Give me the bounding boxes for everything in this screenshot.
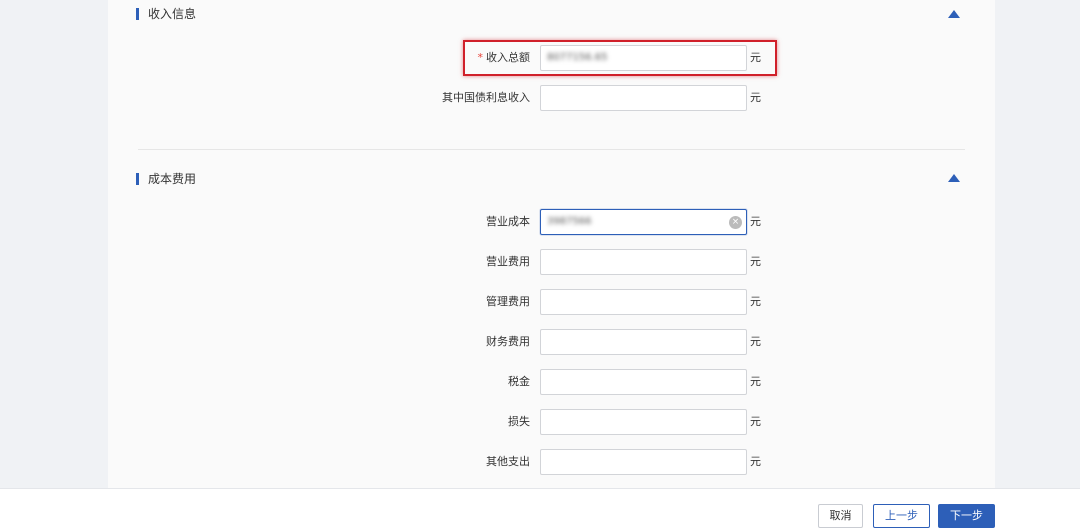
section-title-income: 收入信息 bbox=[136, 6, 196, 22]
form-row-sales-expense: 营业费用 元 bbox=[108, 249, 995, 275]
admin-expense-input[interactable] bbox=[540, 289, 747, 315]
form-row-other-expense: 其他支出 元 bbox=[108, 449, 995, 475]
field-label: 其中国债利息收入 bbox=[442, 91, 530, 104]
finance-expense-input[interactable] bbox=[540, 329, 747, 355]
required-mark: * bbox=[477, 51, 484, 64]
field-label: 其他支出 bbox=[486, 455, 530, 468]
operating-cost-input[interactable]: 3987566 × bbox=[540, 209, 747, 235]
form-row-finance-expense: 财务费用 元 bbox=[108, 329, 995, 355]
section-divider bbox=[138, 149, 965, 150]
next-step-button[interactable]: 下一步 bbox=[938, 504, 995, 528]
collapse-up-icon[interactable] bbox=[948, 10, 960, 18]
section-marker bbox=[136, 173, 139, 185]
unit-label: 元 bbox=[750, 455, 761, 468]
total-income-input[interactable]: 8077156.65 bbox=[540, 45, 747, 71]
loss-input[interactable] bbox=[540, 409, 747, 435]
field-label: 营业成本 bbox=[486, 215, 530, 228]
form-row-total-income: * 收入总额 8077156.65 元 bbox=[108, 45, 995, 71]
form-row-admin-expense: 管理费用 元 bbox=[108, 289, 995, 315]
other-expense-input[interactable] bbox=[540, 449, 747, 475]
unit-label: 元 bbox=[750, 415, 761, 428]
field-label: 营业费用 bbox=[486, 255, 530, 268]
field-label: * 收入总额 bbox=[477, 51, 531, 64]
cancel-button[interactable]: 取消 bbox=[818, 504, 863, 528]
section-marker bbox=[136, 8, 139, 20]
unit-label: 元 bbox=[750, 215, 761, 228]
field-label: 管理费用 bbox=[486, 295, 530, 308]
field-label: 税金 bbox=[508, 375, 530, 388]
footer-bar: 取消 上一步 下一步 bbox=[0, 488, 1080, 532]
prev-step-button[interactable]: 上一步 bbox=[873, 504, 930, 528]
unit-label: 元 bbox=[750, 51, 761, 64]
unit-label: 元 bbox=[750, 295, 761, 308]
form-row-tax: 税金 元 bbox=[108, 369, 995, 395]
tax-input[interactable] bbox=[540, 369, 747, 395]
form-row-operating-cost: 营业成本 3987566 × 元 bbox=[108, 209, 995, 235]
unit-label: 元 bbox=[750, 91, 761, 104]
form-row-loss: 损失 元 bbox=[108, 409, 995, 435]
section-title-cost: 成本费用 bbox=[136, 171, 196, 187]
bond-interest-input[interactable] bbox=[540, 85, 747, 111]
clear-icon[interactable]: × bbox=[729, 216, 742, 229]
unit-label: 元 bbox=[750, 255, 761, 268]
collapse-up-icon[interactable] bbox=[948, 174, 960, 182]
sales-expense-input[interactable] bbox=[540, 249, 747, 275]
form-row-bond-interest: 其中国债利息收入 元 bbox=[108, 85, 995, 111]
unit-label: 元 bbox=[750, 375, 761, 388]
unit-label: 元 bbox=[750, 335, 761, 348]
field-label: 财务费用 bbox=[486, 335, 530, 348]
field-label: 损失 bbox=[508, 415, 530, 428]
form-card: 收入信息 * 收入总额 8077156.65 元 其中国债利息收入 元 成本费用 … bbox=[108, 0, 995, 490]
